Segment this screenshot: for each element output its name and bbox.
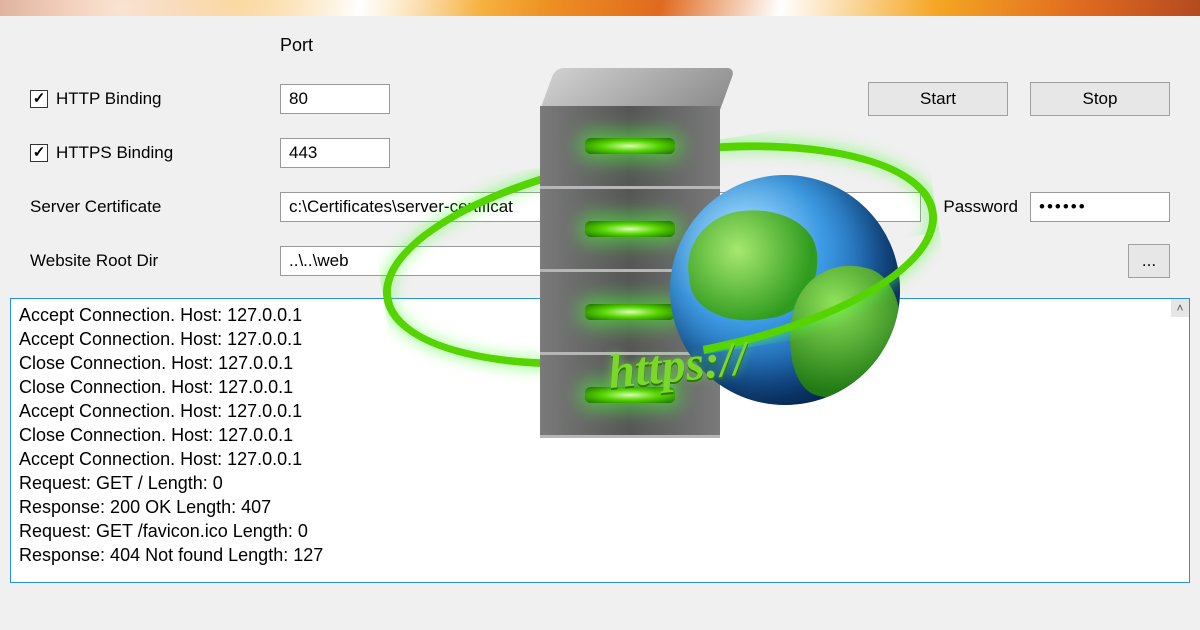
scroll-up-icon[interactable]: ˄: [1171, 299, 1189, 317]
log-line[interactable]: Accept Connection. Host: 127.0.0.1: [19, 447, 1171, 471]
log-line[interactable]: Response: 200 OK Length: 407: [19, 495, 1171, 519]
password-input[interactable]: [1030, 192, 1170, 222]
start-button[interactable]: Start: [868, 82, 1008, 116]
password-label: Password: [943, 197, 1018, 217]
log-line[interactable]: Accept Connection. Host: 127.0.0.1: [19, 399, 1171, 423]
log-line[interactable]: Close Connection. Host: 127.0.0.1: [19, 351, 1171, 375]
browse-button[interactable]: ...: [1128, 244, 1170, 278]
root-dir-row: Website Root Dir ...: [30, 244, 1170, 278]
root-dir-label: Website Root Dir: [30, 251, 158, 271]
log-line[interactable]: Accept Connection. Host: 127.0.0.1: [19, 327, 1171, 351]
log-line[interactable]: Close Connection. Host: 127.0.0.1: [19, 423, 1171, 447]
http-binding-row: HTTP Binding Start Stop: [30, 82, 1170, 116]
http-binding-label: HTTP Binding: [56, 89, 162, 109]
http-binding-checkbox[interactable]: [30, 90, 48, 108]
log-line[interactable]: Accept Connection. Host: 127.0.0.1: [19, 303, 1171, 327]
certificate-label: Server Certificate: [30, 197, 161, 217]
http-port-input[interactable]: [280, 84, 390, 114]
certificate-row: Server Certificate Password: [30, 190, 1170, 224]
https-binding-label: HTTPS Binding: [56, 143, 173, 163]
port-column-header: Port: [280, 35, 313, 56]
https-binding-row: HTTPS Binding: [30, 136, 1170, 170]
log-line[interactable]: Response: 404 Not found Length: 127: [19, 543, 1171, 567]
log-line[interactable]: Request: GET / Length: 0: [19, 471, 1171, 495]
certificate-path-input[interactable]: [280, 192, 921, 222]
root-dir-input[interactable]: [280, 246, 818, 276]
https-port-input[interactable]: [280, 138, 390, 168]
https-binding-checkbox[interactable]: [30, 144, 48, 162]
config-panel: Port HTTP Binding Start Stop HTTPS Bindi…: [0, 16, 1200, 278]
log-line[interactable]: Request: GET /favicon.ico Length: 0: [19, 519, 1171, 543]
log-line[interactable]: Close Connection. Host: 127.0.0.1: [19, 375, 1171, 399]
log-listbox[interactable]: ˄ Accept Connection. Host: 127.0.0.1Acce…: [10, 298, 1190, 583]
window-chrome: [0, 0, 1200, 16]
stop-button[interactable]: Stop: [1030, 82, 1170, 116]
